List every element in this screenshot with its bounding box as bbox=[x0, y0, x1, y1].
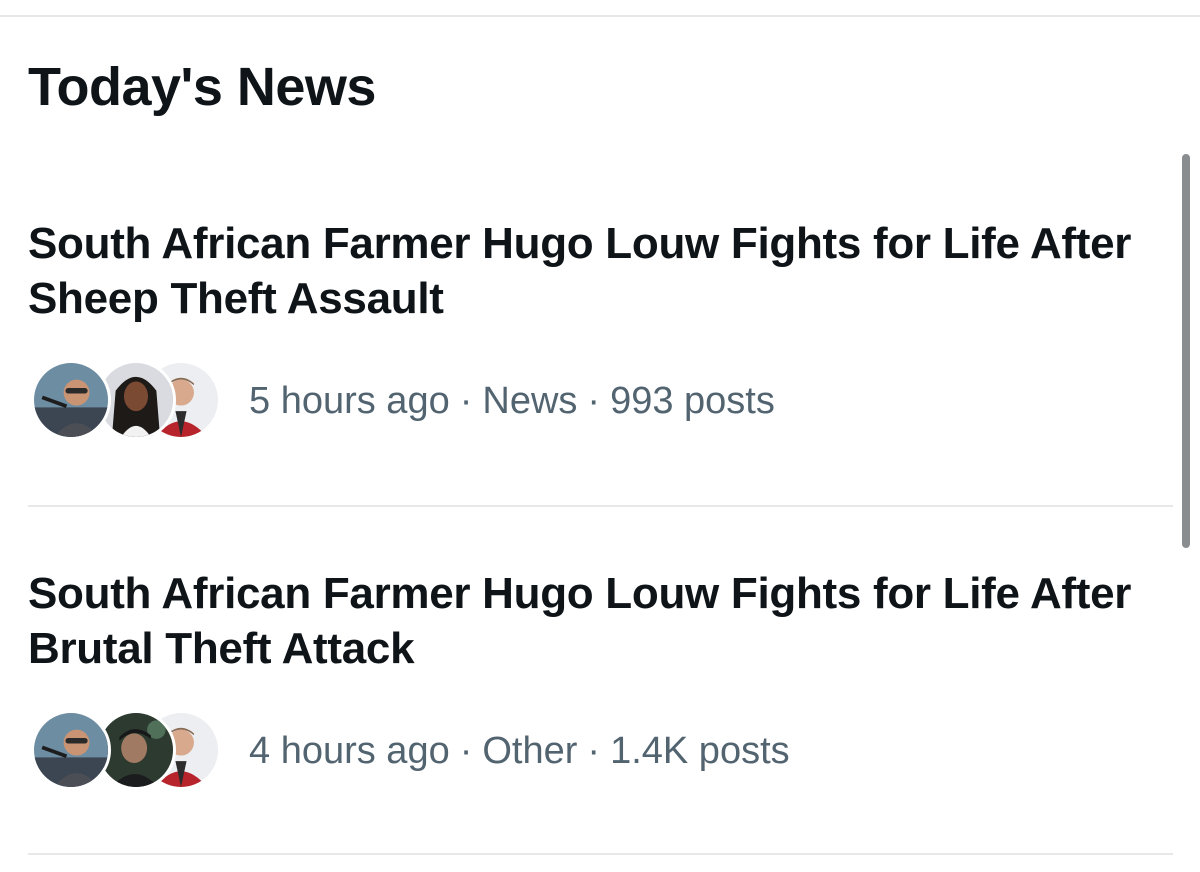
news-item[interactable]: South African Farmer Hugo Louw Fights fo… bbox=[0, 216, 1175, 506]
news-category: News bbox=[482, 379, 578, 422]
news-post-count: 993 posts bbox=[610, 379, 775, 422]
news-time: 5 hours ago bbox=[249, 379, 450, 422]
news-time: 4 hours ago bbox=[249, 729, 450, 772]
news-post-count: 1.4K posts bbox=[610, 729, 790, 772]
news-headline[interactable]: South African Farmer Hugo Louw Fights fo… bbox=[28, 216, 1148, 326]
meta-separator: · bbox=[587, 379, 601, 422]
meta-separator: · bbox=[587, 729, 601, 772]
top-divider bbox=[0, 15, 1200, 17]
avatar-man-with-microphone bbox=[31, 710, 111, 790]
meta-separator: · bbox=[459, 379, 473, 422]
section-title: Today's News bbox=[28, 57, 376, 117]
news-meta-row: 5 hours ago · News · 993 posts bbox=[31, 360, 775, 442]
news-headline[interactable]: South African Farmer Hugo Louw Fights fo… bbox=[28, 566, 1148, 676]
news-meta-row: 4 hours ago · Other · 1.4K posts bbox=[31, 710, 790, 792]
item-divider bbox=[28, 853, 1173, 855]
news-meta: 5 hours ago · News · 993 posts bbox=[249, 380, 775, 423]
news-item[interactable]: South African Farmer Hugo Louw Fights fo… bbox=[0, 566, 1175, 854]
news-panel: Today's News South African Farmer Hugo L… bbox=[0, 0, 1200, 872]
news-meta: 4 hours ago · Other · 1.4K posts bbox=[249, 730, 790, 773]
scrollbar-thumb[interactable] bbox=[1182, 154, 1190, 548]
avatar-man-with-microphone bbox=[31, 360, 111, 440]
meta-separator: · bbox=[459, 729, 473, 772]
avatar-stack bbox=[31, 360, 221, 442]
news-category: Other bbox=[482, 729, 578, 772]
avatar-stack bbox=[31, 710, 221, 792]
item-divider bbox=[28, 505, 1173, 507]
